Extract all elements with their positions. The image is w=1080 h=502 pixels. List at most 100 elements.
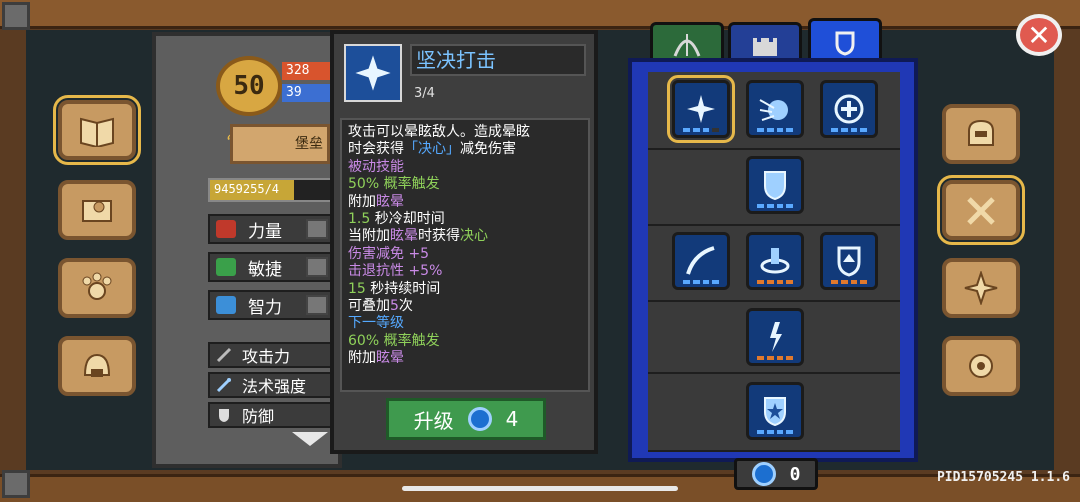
tooltip-text-segment: 附加 — [348, 350, 376, 367]
player-id-version: PID15705245 1.1.6 — [936, 470, 1070, 485]
attribute-minus-button[interactable] — [306, 219, 328, 239]
upgrade-label: 升级 — [413, 408, 454, 433]
tooltip-text-segment: 概率触发 — [379, 332, 440, 349]
player-title: 堡垒 — [295, 136, 323, 152]
skill-level-pips — [757, 204, 793, 208]
skill-resolute-strike[interactable] — [667, 75, 735, 143]
scroll-down-arrow-icon[interactable] — [292, 432, 328, 446]
side-button-shop[interactable] — [58, 336, 136, 396]
tooltip-text-segment: 击退抗性 +5% — [348, 263, 443, 280]
shield-icon — [219, 409, 229, 422]
close-button[interactable]: ✕ — [1016, 14, 1062, 56]
skill-heal[interactable] — [820, 80, 878, 138]
attribute-row-intelligence: 智力 — [208, 290, 332, 320]
skill-level-pips — [831, 280, 867, 284]
gem-count: 0 — [789, 463, 801, 485]
attribute-label: 敏捷 — [248, 259, 282, 280]
stat-row-spell-power: 法术强度 — [208, 372, 332, 398]
tooltip-text-segment: 下一等级 — [348, 315, 404, 332]
side-button-helmet[interactable] — [942, 104, 1020, 164]
tooltip-text-segment: 被动技能 — [348, 158, 404, 175]
stat-label: 法术强度 — [242, 377, 307, 396]
skill-level-pips — [757, 280, 793, 284]
tooltip-text-segment: 伤害减免 +5 — [348, 245, 430, 262]
shield-icon — [764, 171, 786, 201]
side-button-talents[interactable] — [942, 258, 1020, 318]
bell-icon — [83, 353, 111, 377]
skill-fortify[interactable] — [820, 232, 878, 290]
hp-value: 328 — [282, 62, 336, 80]
spiral-gem-icon — [467, 407, 492, 431]
burst-star-icon — [355, 55, 391, 91]
tooltip-text-segment: 「决心」 — [404, 141, 460, 158]
upgrade-button[interactable]: 升级 4 — [386, 398, 546, 440]
tooltip-line: 时会获得「决心」减免伤害 — [348, 141, 582, 158]
side-button-pets[interactable] — [58, 258, 136, 318]
side-button-journal[interactable] — [53, 95, 141, 165]
skill-star-shield[interactable] — [746, 382, 804, 440]
side-button-skills[interactable] — [937, 175, 1025, 245]
side-button-map[interactable] — [58, 180, 136, 240]
attribute-row-agility: 敏捷 — [208, 252, 332, 282]
tooltip-line: 50% 概率触发 — [348, 176, 582, 193]
skill-ground-ring[interactable] — [746, 232, 804, 290]
skill-charge[interactable] — [672, 232, 730, 290]
skill-tooltip-title: 坚决打击 — [410, 44, 586, 76]
skill-level-pips — [757, 356, 793, 360]
tooltip-text-segment: 1.5 — [348, 211, 371, 228]
skill-tooltip-description[interactable]: 攻击可以晕眩敌人。造成晕眩 时会获得「决心」减免伤害 被动技能 50% 概率触发 附加眩… — [340, 118, 590, 392]
map-icon — [82, 200, 112, 222]
attribute-minus-button[interactable] — [306, 295, 328, 315]
skill-shield-bash[interactable] — [746, 80, 804, 138]
tooltip-text-segment: 当附加 — [348, 228, 390, 245]
stat-label: 防御 — [242, 407, 275, 426]
bow-icon — [673, 33, 701, 57]
castle-icon — [753, 37, 777, 56]
wand-icon — [216, 378, 231, 393]
skill-guard[interactable] — [746, 156, 804, 214]
attribute-label: 力量 — [248, 221, 282, 242]
tooltip-text-segment: 次 — [398, 298, 413, 315]
xp-text: 9459255/4 — [214, 182, 280, 196]
tooltip-text-segment: 眩晕 — [376, 350, 404, 367]
stat-row-attack: 攻击力 — [208, 342, 332, 368]
skill-tooltip-icon — [344, 44, 402, 102]
tooltip-text-segment: 附加 — [348, 193, 376, 210]
tooltip-text-segment: 攻击可以晕眩敌人。造成晕眩 — [348, 124, 530, 140]
tooltip-line: 击退抗性 +5% — [348, 263, 582, 280]
stat-row-defense: 防御 — [208, 402, 332, 428]
home-indicator[interactable] — [402, 486, 678, 491]
tooltip-line: 被动技能 — [348, 159, 582, 176]
attribute-label: 智力 — [248, 297, 282, 318]
slash-icon — [686, 246, 715, 275]
frame-corner — [2, 470, 30, 498]
side-button-settings[interactable] — [942, 336, 1020, 396]
skill-level-pips — [831, 128, 867, 132]
tooltip-text-segment: 时会获得 — [348, 141, 404, 158]
fist-icon — [216, 220, 236, 238]
tooltip-text-segment: 概率触发 — [379, 176, 440, 193]
attribute-minus-button[interactable] — [306, 257, 328, 277]
tooltip-text-segment: 决心 — [460, 228, 488, 245]
tooltip-line: 附加眩晕 — [348, 194, 582, 211]
book-icon — [80, 117, 114, 147]
paw-icon — [82, 272, 112, 300]
frame-corner — [2, 2, 30, 30]
tooltip-line: 60% 概率触发 — [348, 333, 582, 350]
impact-icon — [759, 99, 788, 121]
upgrade-cost: 4 — [505, 407, 519, 431]
tooltip-line: 附加眩晕 — [348, 350, 582, 367]
skill-level-pips — [683, 280, 719, 284]
player-title-plate[interactable]: 堡垒 — [230, 124, 330, 164]
shield-up-icon — [837, 246, 861, 277]
tooltip-text-segment: 时获得 — [418, 228, 460, 245]
frame-top-border — [0, 0, 1080, 29]
skill-level-pips — [683, 128, 719, 132]
skill-shockwave[interactable] — [746, 308, 804, 366]
book-icon — [216, 296, 236, 314]
crossed-swords-icon — [967, 197, 995, 225]
tooltip-text-segment: 减免伤害 — [460, 141, 516, 158]
level-badge: 50 — [216, 56, 282, 116]
stat-label: 攻击力 — [242, 347, 291, 366]
star-shield-icon — [764, 397, 786, 427]
